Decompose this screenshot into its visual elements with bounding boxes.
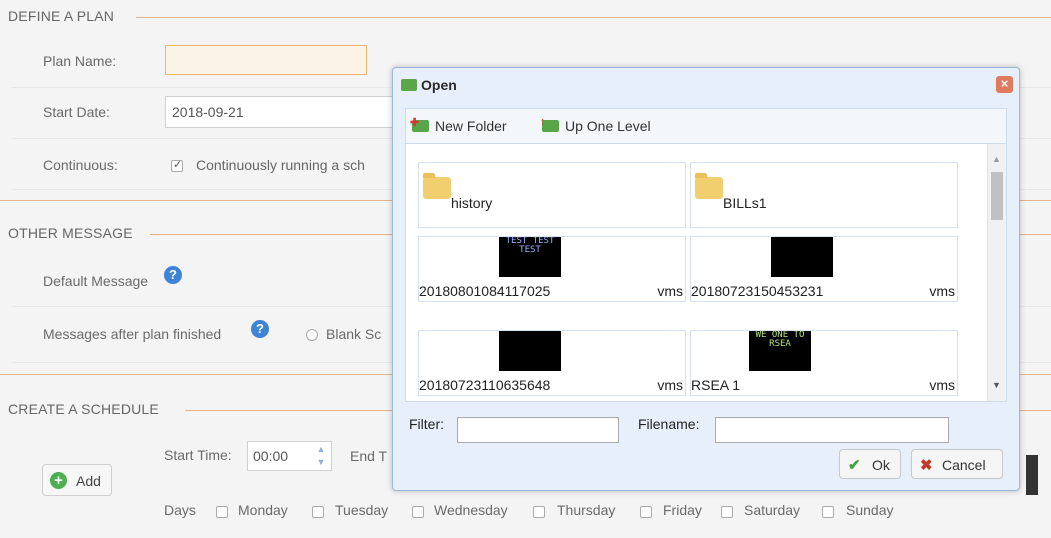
add-button-label: Add: [76, 473, 101, 489]
file-thumbnail: [771, 237, 833, 277]
day-label-wednesday: Wednesday: [434, 502, 508, 518]
file-thumbnail: [499, 331, 561, 371]
file-thumbnail: TEST TEST TEST: [499, 237, 561, 277]
add-button[interactable]: + Add: [42, 464, 112, 496]
scroll-thumb[interactable]: [991, 172, 1003, 220]
plus-icon: +: [50, 472, 67, 489]
day-checkbox-tuesday[interactable]: [312, 506, 324, 518]
day-label-monday: Monday: [238, 502, 288, 518]
section-divider: [136, 17, 1051, 18]
file-extension: vms: [929, 377, 955, 393]
dark-panel-edge: [1026, 455, 1038, 495]
file-name: RSEA 1: [691, 377, 741, 393]
folder-icon: [695, 173, 723, 199]
x-icon: ✖: [920, 457, 933, 474]
file-name: 20180723150453231: [691, 283, 824, 299]
help-icon[interactable]: ?: [164, 266, 182, 284]
new-folder-button[interactable]: ✚ New Folder: [410, 117, 507, 134]
end-time-label: End T: [350, 448, 388, 464]
scroll-up-icon[interactable]: ▲: [992, 154, 1001, 164]
day-checkbox-sunday[interactable]: [822, 506, 834, 518]
scroll-down-icon[interactable]: ▼: [992, 380, 1001, 390]
section-define-plan-legend: DEFINE A PLAN: [8, 8, 115, 24]
day-label-tuesday: Tuesday: [335, 502, 389, 518]
file-name: BILLs1: [723, 195, 767, 211]
file-item[interactable]: BILLs1: [690, 162, 958, 228]
file-extension: vms: [657, 377, 683, 393]
day-label-thursday: Thursday: [557, 502, 616, 518]
after-finished-label: Messages after plan finished: [43, 326, 222, 342]
default-message-label: Default Message: [43, 273, 149, 289]
new-folder-label: New Folder: [435, 118, 507, 134]
start-date-input[interactable]: 2018-09-21: [165, 96, 395, 128]
help-icon[interactable]: ?: [251, 320, 269, 338]
filename-label: Filename:: [638, 416, 700, 432]
file-item[interactable]: 20180723150453231 vms: [690, 236, 958, 302]
day-label-saturday: Saturday: [744, 502, 801, 518]
file-item[interactable]: history: [418, 162, 686, 228]
day-checkbox-thursday[interactable]: [533, 506, 545, 518]
days-label: Days: [164, 502, 196, 518]
file-item[interactable]: TEST TEST TEST 20180801084117025 vms: [418, 236, 686, 302]
day-checkbox-saturday[interactable]: [721, 506, 733, 518]
filter-input[interactable]: [457, 417, 619, 443]
file-thumbnail: WE ONE TO RSEA: [749, 331, 811, 371]
blank-screen-radio[interactable]: [306, 329, 318, 341]
new-folder-icon: ✚: [410, 117, 429, 132]
close-icon[interactable]: ×: [996, 76, 1013, 93]
file-name: 20180723110635648: [419, 377, 551, 393]
cancel-button[interactable]: ✖ Cancel: [911, 449, 1003, 479]
day-checkbox-monday[interactable]: [216, 506, 228, 518]
continuous-checkbox[interactable]: [171, 158, 183, 172]
up-level-icon: ↑: [540, 116, 559, 132]
up-one-level-label: Up One Level: [565, 118, 651, 134]
open-folder-icon: [401, 79, 417, 91]
folder-icon: [423, 173, 451, 199]
file-item[interactable]: WE ONE TO RSEA RSEA 1 vms: [690, 330, 958, 396]
up-one-level-button[interactable]: ↑ Up One Level: [540, 116, 651, 134]
day-checkbox-wednesday[interactable]: [412, 506, 424, 518]
day-label-sunday: Sunday: [846, 502, 894, 518]
start-time-label: Start Time:: [164, 447, 232, 463]
file-extension: vms: [657, 283, 683, 299]
dialog-title: Open: [421, 77, 457, 93]
dialog-toolbar: ✚ New Folder ↑ Up One Level: [405, 108, 1007, 144]
time-spinner[interactable]: ▲ ▼: [313, 443, 329, 469]
ok-button-label: Ok: [872, 457, 890, 473]
file-name: history: [451, 195, 493, 211]
ok-button[interactable]: ✔ Ok: [839, 449, 901, 479]
start-date-label: Start Date:: [43, 104, 110, 120]
blank-screen-option: Blank Sc: [326, 326, 382, 342]
open-dialog: Open × ✚ New Folder ↑ Up One Level history…: [392, 67, 1020, 491]
cancel-button-label: Cancel: [942, 457, 986, 473]
plan-name-input[interactable]: [165, 45, 367, 75]
section-create-schedule-legend: CREATE A SCHEDULE: [8, 401, 159, 417]
continuous-label: Continuous:: [43, 157, 118, 173]
day-label-friday: Friday: [663, 502, 702, 518]
file-list-scrollbar[interactable]: ▲ ▼: [987, 144, 1006, 401]
day-checkbox-friday[interactable]: [640, 506, 652, 518]
file-extension: vms: [929, 283, 955, 299]
section-other-message-legend: OTHER MESSAGE: [8, 225, 133, 241]
filename-input[interactable]: [715, 417, 949, 443]
file-name: 20180801084117025: [419, 283, 551, 299]
file-list: history BILLs1 TEST TEST TEST 2018080108…: [405, 144, 1007, 402]
plan-name-label: Plan Name:: [43, 53, 117, 69]
file-item[interactable]: 20180723110635648 vms: [418, 330, 686, 396]
filter-label: Filter:: [409, 416, 444, 432]
check-icon: ✔: [848, 457, 861, 474]
continuous-text: Continuously running a sch: [196, 157, 365, 173]
dialog-title-bar[interactable]: Open: [401, 77, 457, 93]
